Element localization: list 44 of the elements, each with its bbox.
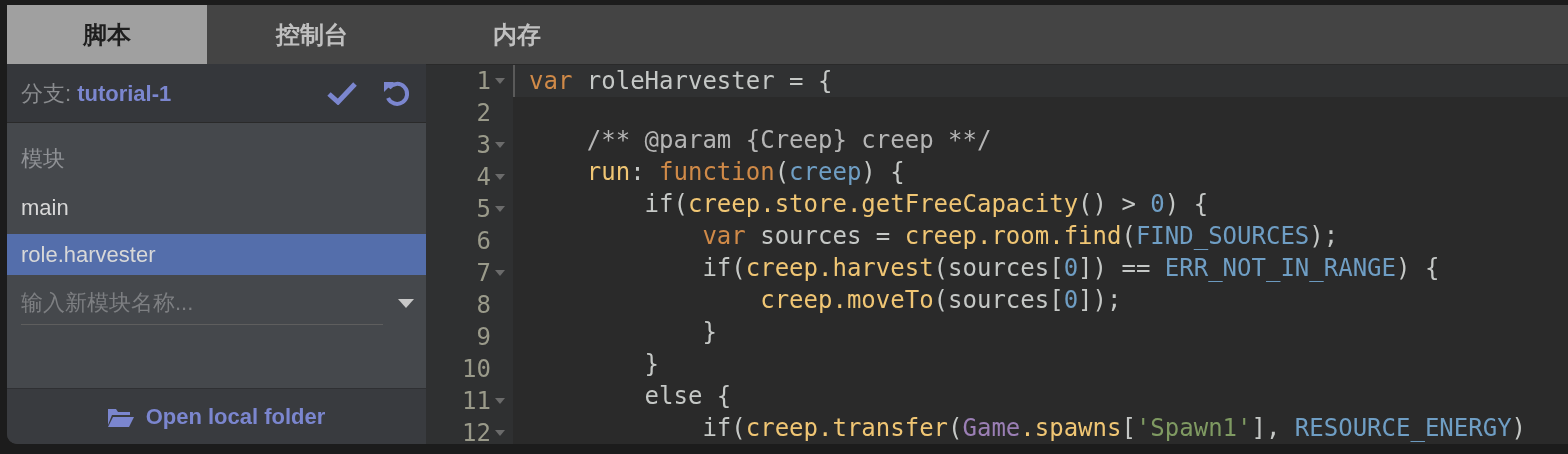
open-folder-button[interactable]: Open local folder <box>107 400 326 433</box>
code-line: } <box>643 349 660 380</box>
line-number: 10 <box>462 354 491 385</box>
module-item[interactable]: main <box>7 187 426 228</box>
code-line: if(creep.transfer(Game.spawns['Spawn1'], RESOURCE_ENERGY) <box>701 413 1527 444</box>
code-line: creep.moveTo(sources[0]); <box>759 285 1122 316</box>
line-number: 7 <box>476 258 491 289</box>
folder-icon <box>107 406 134 427</box>
tab[interactable]: 脚本 <box>7 5 207 64</box>
check-icon[interactable] <box>327 81 357 105</box>
line-number: 5 <box>476 194 491 225</box>
fold-icon[interactable] <box>495 430 505 436</box>
module-heading: 模块 <box>20 145 66 173</box>
dropdown-icon[interactable] <box>398 298 414 308</box>
line-number: 6 <box>476 226 491 257</box>
code-editor[interactable] <box>426 64 1568 444</box>
line-number: 8 <box>476 290 491 321</box>
module-item[interactable]: role.harvester <box>7 234 426 275</box>
fold-icon[interactable] <box>495 142 505 148</box>
fold-icon[interactable] <box>495 174 505 180</box>
code-line: if(creep.store.getFreeCapacity() > 0) { <box>643 189 1209 220</box>
code-line: /** @param {Creep} creep **/ <box>585 125 992 156</box>
line-number: 3 <box>476 130 491 161</box>
tab[interactable]: 内存 <box>417 5 617 64</box>
module-name-field[interactable]: 输入新模块名称... <box>21 281 383 325</box>
code-line: else { <box>643 381 732 412</box>
line-number: 11 <box>462 386 491 417</box>
code-line: var sources = creep.room.find(FIND_SOURCES); <box>701 221 1339 252</box>
code-line: var roleHarvester = { <box>529 66 833 97</box>
code-line: run: function(creep) { <box>585 157 905 188</box>
line-number: 1 <box>476 66 491 97</box>
fold-icon[interactable] <box>495 270 505 276</box>
line-number: 2 <box>476 98 491 129</box>
line-number: 4 <box>476 162 491 193</box>
fold-icon[interactable] <box>495 398 505 404</box>
branch-label: 分支: <box>21 79 72 108</box>
branch-name: tutorial-1 <box>77 79 172 108</box>
line-number: 12 <box>462 418 491 444</box>
fold-icon[interactable] <box>495 78 505 84</box>
code-line: if(creep.harvest(sources[0]) == ERR_NOT_IN_RANGE) { <box>701 253 1440 284</box>
code-line: } <box>701 317 717 348</box>
line-number: 9 <box>476 322 491 353</box>
fold-icon[interactable] <box>495 206 505 212</box>
tab[interactable]: 控制台 <box>212 5 412 64</box>
